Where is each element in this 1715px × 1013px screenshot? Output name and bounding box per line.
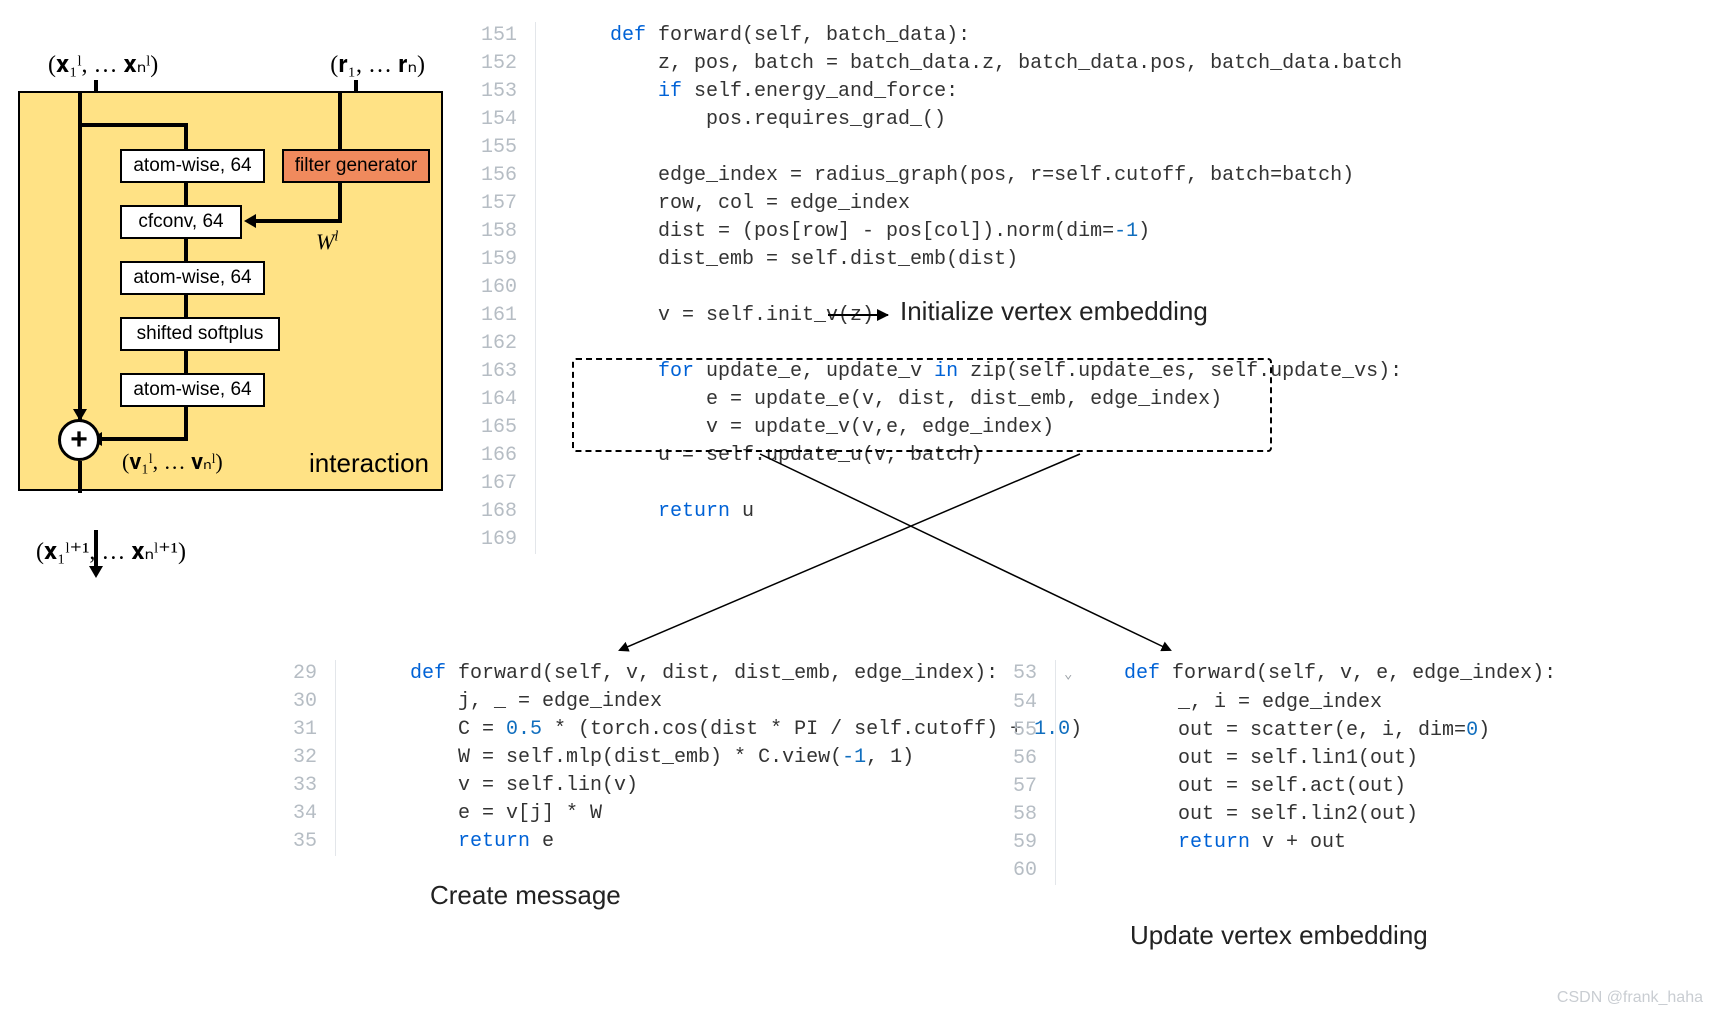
code-line: 168 return u (480, 498, 1480, 526)
code-line: 58 out = self.lin2(out) (1000, 801, 1556, 829)
code-line: 30 j, _ = edge_index (280, 688, 1082, 716)
code-line: 151 def forward(self, batch_data): (480, 22, 1480, 50)
annotation-init-vertex: Initialize vertex embedding (900, 296, 1208, 327)
arrow-init-vertex (828, 314, 888, 316)
annotation-update-vertex: Update vertex embedding (1130, 920, 1428, 951)
code-line: 162 (480, 330, 1480, 358)
code-line: 35 return e (280, 828, 1082, 856)
code-line: 31 C = 0.5 * (torch.cos(dist * PI / self… (280, 716, 1082, 744)
code-line: 59 return v + out (1000, 829, 1556, 857)
filter-generator-block: filter generator (282, 149, 430, 183)
add-node: + (58, 419, 100, 461)
cfconv-block: cfconv, 64 (120, 205, 242, 239)
code-line: 29 def forward(self, v, dist, dist_emb, … (280, 660, 1082, 688)
atom-wise-3-block: atom-wise, 64 (120, 373, 265, 407)
shifted-softplus-block: shifted softplus (120, 317, 280, 351)
code-line: 155 (480, 134, 1480, 162)
code-line: 152 z, pos, batch = batch_data.z, batch_… (480, 50, 1480, 78)
code-update-vertex: 53⌄ def forward(self, v, e, edge_index):… (1000, 660, 1556, 885)
interaction-block-diagram: (𝐱₁ˡ, … 𝐱ₙˡ) (𝐫₁, … 𝐫ₙ) atom-wise, 64 fi… (18, 50, 443, 566)
atom-wise-1-block: atom-wise, 64 (120, 149, 265, 183)
code-line: 60 (1000, 857, 1556, 885)
interaction-label: interaction (309, 448, 429, 479)
code-line: 153 if self.energy_and_force: (480, 78, 1480, 106)
code-main-forward: 151 def forward(self, batch_data):152 z,… (480, 22, 1480, 554)
code-line: 157 row, col = edge_index (480, 190, 1480, 218)
code-line: 158 dist = (pos[row] - pos[col]).norm(di… (480, 218, 1480, 246)
code-line: 55 out = scatter(e, i, dim=0) (1000, 717, 1556, 745)
annotation-create-message: Create message (430, 880, 621, 911)
code-line: 56 out = self.lin1(out) (1000, 745, 1556, 773)
code-line: 54 _, i = edge_index (1000, 689, 1556, 717)
code-line: 53⌄ def forward(self, v, e, edge_index): (1000, 660, 1556, 689)
interaction-box: atom-wise, 64 filter generator Wl cfconv… (18, 91, 443, 491)
input-x-label: (𝐱₁ˡ, … 𝐱ₙˡ) (48, 50, 158, 79)
code-line: 159 dist_emb = self.dist_emb(dist) (480, 246, 1480, 274)
code-create-message: 29 def forward(self, v, dist, dist_emb, … (280, 660, 1082, 856)
update-loop-highlight (572, 358, 1272, 452)
atom-wise-2-block: atom-wise, 64 (120, 261, 265, 295)
code-line: 154 pos.requires_grad_() (480, 106, 1480, 134)
v-output-label: (𝐯₁ˡ, … 𝐯ₙˡ) (122, 449, 223, 475)
watermark: CSDN @frank_haha (1557, 989, 1703, 1007)
code-line: 33 v = self.lin(v) (280, 772, 1082, 800)
code-line: 34 e = v[j] * W (280, 800, 1082, 828)
code-line: 156 edge_index = radius_graph(pos, r=sel… (480, 162, 1480, 190)
w-label: Wl (316, 229, 338, 255)
code-line: 32 W = self.mlp(dist_emb) * C.view(-1, 1… (280, 744, 1082, 772)
code-line: 167 (480, 470, 1480, 498)
code-line: 57 out = self.act(out) (1000, 773, 1556, 801)
input-r-label: (𝐫₁, … 𝐫ₙ) (330, 50, 425, 79)
code-line: 169 (480, 526, 1480, 554)
